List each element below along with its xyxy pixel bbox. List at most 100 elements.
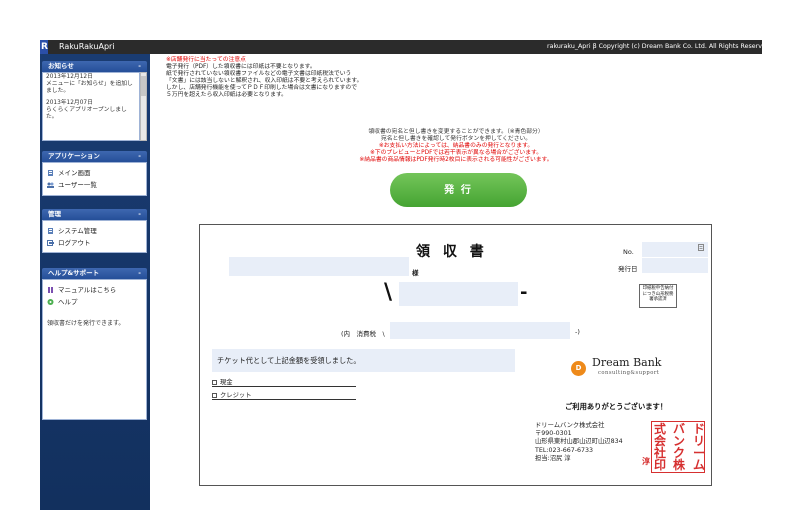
applications-panel-title: アプリケーション: [48, 152, 100, 160]
applications-panel-body: メイン画面 ユーザー一覧: [42, 162, 147, 196]
divider: [212, 386, 356, 387]
sidebar-item-manual[interactable]: マニュアルはこちら: [43, 284, 146, 296]
help-panel-title: ヘルプ&サポート: [48, 269, 100, 277]
notice-line: 電子発行（PDF）した領収書には印紙は不要となります。: [166, 64, 316, 70]
news-panel-title: お知らせ: [48, 62, 74, 70]
logout-icon: [47, 240, 54, 246]
notice-heading: ※店舗発行に当たっての注意点: [166, 57, 246, 63]
seal-char: 印: [654, 458, 667, 472]
amount-dash: -: [520, 282, 528, 303]
sidebar-item-logout[interactable]: ログアウト: [43, 237, 146, 249]
sidebar-item-help[interactable]: ヘルプ: [43, 296, 146, 308]
logo-subtitle: consulting&support: [598, 370, 660, 376]
company-line: ドリームバンク株式会社: [535, 422, 605, 429]
payment-option-cash[interactable]: 現金: [212, 377, 233, 386]
checkbox[interactable]: [212, 379, 217, 385]
tax-field: [390, 322, 570, 339]
sidebar-item-label: マニュアルはこちら: [58, 286, 117, 294]
notice-line: 「文書」には該当しないと解釈され、収入印紙は不要と考えられています。: [166, 78, 363, 84]
receipt-title: 領 収 書: [416, 244, 488, 260]
info-warning: ※下のプレビューとPDFでは若干表示が異なる場合がございます。: [369, 150, 543, 156]
help-icon: [47, 299, 54, 305]
help-panel-header[interactable]: ヘルプ&サポート -: [42, 268, 147, 279]
seal-char: 株: [673, 458, 686, 472]
stamp-duty-note: 印紙税申告納付につき山形税務署承認済: [639, 284, 677, 308]
issue-date-field: [642, 258, 708, 273]
admin-panel-body: システム管理 ログアウト: [42, 220, 147, 253]
notice-line: ５万円を超えたら収入印紙は必要となります。: [166, 92, 287, 98]
tax-label: (内 消費税 \: [341, 330, 385, 338]
admin-panel-header[interactable]: 管理 -: [42, 209, 147, 220]
company-line: 担当:沼尻 淳: [535, 454, 571, 462]
news-scrollbar-thumb[interactable]: [141, 76, 146, 96]
notice-block: ※店舗発行に当たっての注意点 電子発行（PDF）した領収書には印紙は不要となりま…: [166, 57, 496, 99]
sidebar-item-label: システム管理: [58, 227, 97, 235]
document-icon: [48, 170, 53, 176]
info-warning: ※納品書の商品情報はPDF発行時2枚目に表示される可能性がございます。: [359, 157, 553, 163]
dream-bank-logo-icon: D: [571, 361, 586, 376]
sidebar-item-user-list[interactable]: ユーザー一覧: [43, 179, 146, 191]
main-content: ※店舗発行に当たっての注意点 電子発行（PDF）した領収書には印紙は不要となりま…: [150, 54, 762, 510]
news-text: メニューに「お知らせ」を追加しました。: [46, 81, 133, 94]
document-icon: [698, 244, 704, 251]
sidebar: お知らせ - 2013年12月12日 メニューに「お知らせ」を追加しました。 2…: [40, 54, 150, 510]
sidebar-item-main-screen[interactable]: メイン画面: [43, 167, 146, 179]
info-line: 領収書の宛名と但し書きを変更することができます。（※青色部分）: [368, 129, 544, 135]
news-date: 2013年12月12日: [46, 74, 93, 80]
payment-option-label: クレジット: [220, 392, 252, 399]
sidebar-item-system-admin[interactable]: システム管理: [43, 225, 146, 237]
applications-panel-toggle[interactable]: -: [138, 151, 141, 162]
sidebar-item-label: ログアウト: [58, 239, 91, 247]
divider: [212, 399, 356, 400]
users-icon: [47, 182, 54, 188]
info-line: 宛名と但し書きを確認して発行ボタンを押してください。: [380, 136, 532, 142]
notice-line: 紙で発行されていない領収書ファイルなどの電子文書は印紙税法でいう: [166, 71, 352, 77]
description-text: チケット代として上記金額を受領しました。: [217, 356, 361, 365]
top-bar: R RakuRakuApri rakuraku_Apri β Copyright…: [40, 40, 762, 54]
company-seal: ド リ ー ム バ ン ク 株 式 会 社 印: [651, 421, 705, 473]
applications-panel-header[interactable]: アプリケーション -: [42, 151, 147, 162]
issue-button[interactable]: 発 行: [390, 173, 527, 207]
news-scrollbar[interactable]: [140, 72, 147, 141]
admin-panel-title: 管理: [48, 210, 61, 218]
news-panel-header[interactable]: お知らせ -: [42, 61, 147, 72]
payment-option-label: 現金: [220, 379, 233, 386]
news-date: 2013年12月07日: [46, 100, 93, 106]
info-block: 領収書の宛名と但し書きを変更することができます。（※青色部分） 宛名と但し書きを…: [150, 129, 762, 164]
copyright-text: rakuraku_Apri β Copyright (c) Dream Bank…: [547, 43, 762, 50]
notice-line: しかし、店舗発行機能を使ってＰＤＦ印刷した場合は文書になりますので: [166, 85, 358, 91]
receipt-no-label: No.: [623, 248, 634, 256]
amount-field: [399, 282, 518, 306]
logo-name: Dream Bank: [592, 356, 662, 369]
help-panel-toggle[interactable]: -: [138, 268, 141, 279]
news-text: らくらくアプリオープンしました。: [46, 107, 127, 120]
receipt-preview: 領 収 書 No. 発行日 様 \ - 印紙税申告納付につき山形税務署承認済 (…: [199, 224, 712, 486]
sidebar-item-label: ユーザー一覧: [58, 181, 97, 189]
tax-suffix: -): [575, 328, 580, 336]
recipient-suffix: 様: [412, 269, 419, 277]
company-line: 山形県東村山郡山辺町山辺834: [535, 438, 623, 446]
recipient-field[interactable]: [229, 257, 409, 276]
bookmark-icon: [48, 287, 53, 293]
thanks-message: ご利用ありがとうございます！: [565, 402, 668, 411]
news-panel-toggle[interactable]: -: [138, 61, 141, 72]
help-panel-body: マニュアルはこちら ヘルプ 領収書だけを発行できます。: [42, 279, 147, 420]
issue-date-label: 発行日: [618, 265, 638, 273]
amount-yen-symbol: \: [384, 280, 393, 305]
news-panel-body: 2013年12月12日 メニューに「お知らせ」を追加しました。 2013年12月…: [42, 72, 140, 141]
checkbox[interactable]: [212, 392, 217, 398]
sidebar-note: 領収書だけを発行できます。: [47, 320, 125, 327]
news-item: 2013年12月07日 らくらくアプリオープンしました。: [43, 99, 139, 122]
admin-panel-toggle[interactable]: -: [138, 209, 141, 220]
seal-char: ム: [693, 458, 706, 472]
company-line: TEL:023-667-6733: [535, 446, 594, 454]
sidebar-item-label: ヘルプ: [58, 298, 78, 306]
app-title: RakuRakuApri: [59, 42, 115, 51]
sidebar-item-label: メイン画面: [58, 169, 91, 177]
document-icon: [48, 228, 53, 234]
app-logo: R: [40, 40, 48, 54]
info-warning: ※お支払い方法によっては、納品書のみの発行となります。: [378, 143, 534, 149]
company-info: ドリームバンク株式会社 〒990-0301 山形県東村山郡山辺町山辺834 TE…: [535, 422, 623, 463]
payment-option-credit[interactable]: クレジット: [212, 390, 251, 399]
news-item: 2013年12月12日 メニューに「お知らせ」を追加しました。: [43, 73, 139, 96]
